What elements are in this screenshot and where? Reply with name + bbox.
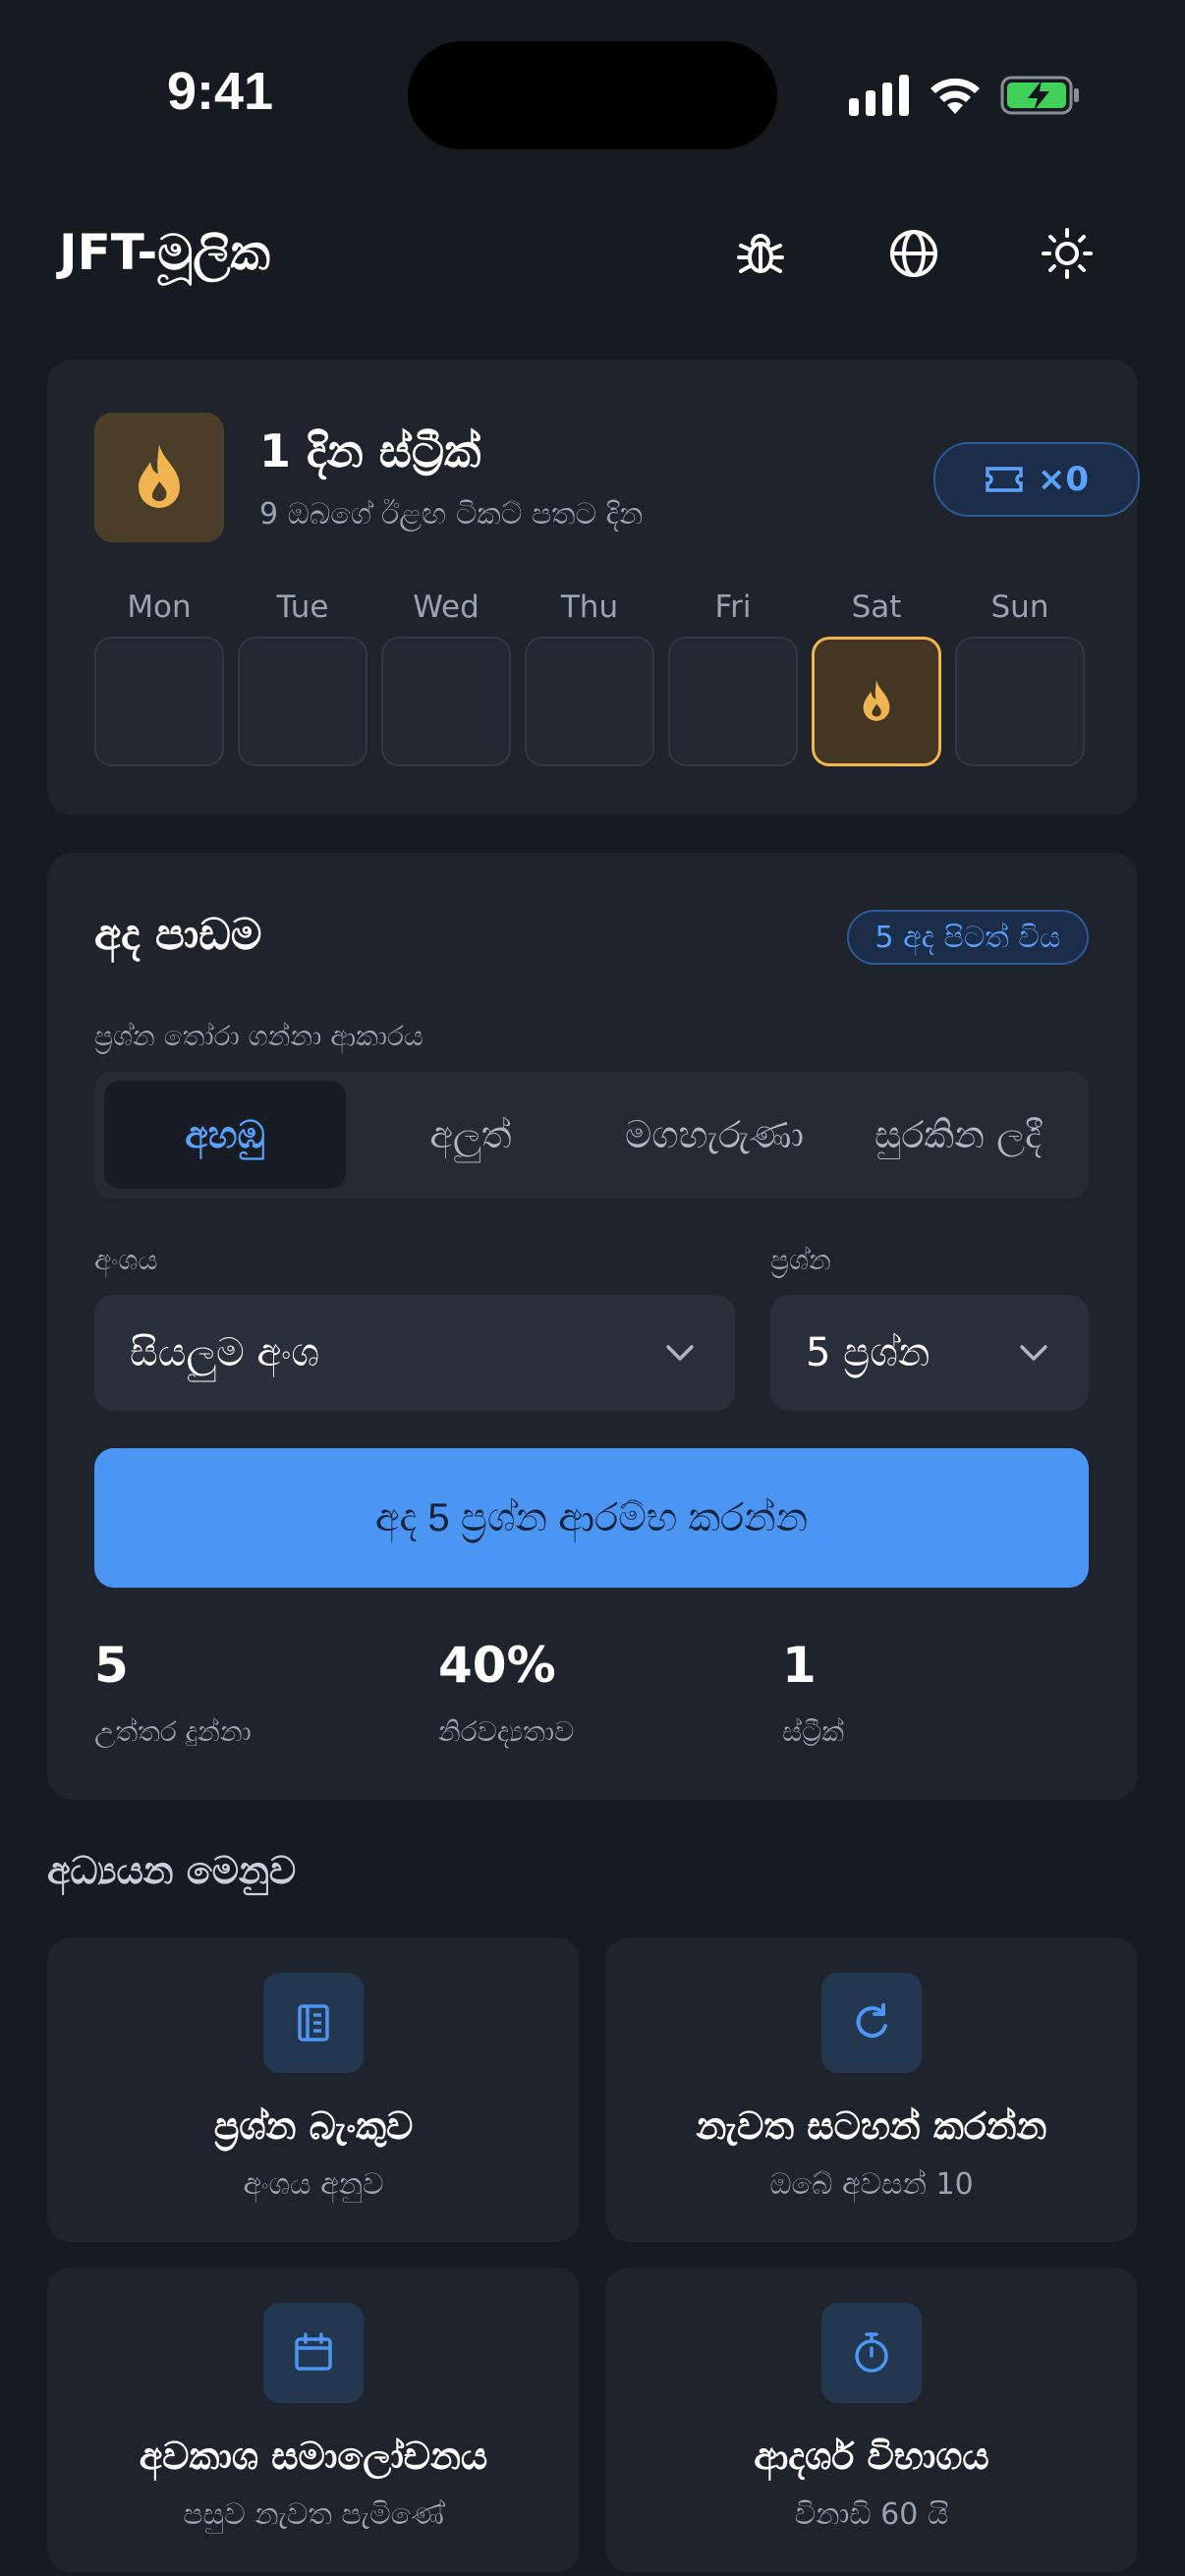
questions-value: 5 ප්‍රශ්න: [806, 1330, 931, 1375]
tile-title: අවකාශ සමාලෝචනය: [139, 2435, 488, 2478]
status-time: 9:41: [167, 62, 274, 121]
day-label: Sat: [851, 589, 902, 625]
ticket-count-badge[interactable]: ×0: [933, 442, 1140, 517]
sun-icon[interactable]: [1032, 218, 1102, 289]
day-box-sun: [955, 637, 1085, 766]
section-label: අංශය: [94, 1244, 158, 1276]
streak-title: 1 දින ස්ට්‍රීක්: [259, 424, 481, 477]
tile-subtitle: පසුව නැවත පැමිණේ: [183, 2497, 444, 2532]
stopwatch-icon: [821, 2303, 922, 2403]
questions-label: ප්‍රශ්න: [770, 1244, 831, 1276]
stat-accuracy-value: 40%: [438, 1637, 556, 1694]
stat-streak-value: 1: [782, 1637, 817, 1694]
section-value: සියලුම අංශ: [130, 1330, 319, 1375]
stat-answered-value: 5: [94, 1637, 129, 1694]
mode-new-tab[interactable]: අලුත්: [350, 1081, 592, 1189]
stat-streak-label: ස්ට්‍රීක්: [782, 1715, 845, 1748]
day-label: Thu: [560, 589, 619, 625]
day-label: Sun: [990, 589, 1049, 625]
stat-answered-label: උත්තර දුන්නා: [94, 1715, 252, 1748]
streak-flame-badge: [94, 413, 224, 542]
bug-icon[interactable]: [725, 218, 796, 289]
day-label: Fri: [714, 589, 752, 625]
flame-icon: [139, 444, 180, 508]
ticket-icon: [986, 467, 1023, 492]
tile-title: ආදර්ශ විභාගය: [754, 2435, 989, 2478]
tile-title: නැවත සටහන් කරන්න: [696, 2104, 1047, 2148]
ticket-count: ×0: [1037, 460, 1090, 499]
tile-subtitle: විනාඩි 60 යි: [794, 2497, 949, 2532]
mode-saved-tab[interactable]: සුරකින ලදී: [837, 1081, 1079, 1189]
day-label: Mon: [127, 589, 192, 625]
tile-title: ප්‍රශ්න බැංකුව: [213, 2104, 414, 2148]
day-box-tue: [238, 637, 367, 766]
dynamic-island: [408, 41, 777, 149]
tile-subtitle: අංශය අනුව: [243, 2167, 384, 2202]
day-box-wed: [381, 637, 511, 766]
signal-icon: [849, 75, 909, 116]
mode-label: ප්‍රශ්න තෝරා ගන්නා ආකාරය: [94, 1020, 424, 1052]
day-box-thu: [525, 637, 654, 766]
flame-icon: [863, 680, 890, 721]
calendar-icon: [263, 2303, 364, 2403]
day-box-mon: [94, 637, 224, 766]
start-lesson-button[interactable]: අද 5 ප්‍රශ්න ආරම්භ කරන්න: [94, 1448, 1089, 1588]
mode-random-tab[interactable]: අහඹු: [104, 1081, 346, 1189]
chevron-down-icon: [666, 1345, 694, 1361]
stat-accuracy-label: නිරවද්‍යතාව: [438, 1715, 575, 1748]
today-count-badge: 5 අද පිටත් විය: [847, 910, 1089, 965]
day-box-sat: [812, 637, 941, 766]
section-select[interactable]: සියලුම අංශ: [94, 1295, 735, 1411]
day-box-fri: [668, 637, 798, 766]
wifi-icon: [931, 78, 980, 114]
day-label: Tue: [276, 589, 329, 625]
globe-icon[interactable]: [878, 218, 949, 289]
battery-icon: [1000, 76, 1079, 115]
chevron-down-icon: [1020, 1345, 1047, 1361]
mode-missed-tab[interactable]: මගහැරුණා: [593, 1081, 835, 1189]
day-label: Wed: [413, 589, 480, 625]
lesson-title: අද පාඩම: [94, 910, 262, 960]
book-icon: [263, 1973, 364, 2073]
study-menu-heading: අධ්‍යයන මෙනුව: [47, 1849, 297, 1892]
refresh-icon: [821, 1973, 922, 2073]
streak-subtitle: 9 ඔබගේ ඊළඟ ටිකට් පතට දින: [259, 497, 644, 532]
app-title: JFT-මූලික: [59, 224, 270, 281]
tile-subtitle: ඔබේ අවසන් 10: [769, 2167, 974, 2202]
questions-select[interactable]: 5 ප්‍රශ්න: [770, 1295, 1089, 1411]
